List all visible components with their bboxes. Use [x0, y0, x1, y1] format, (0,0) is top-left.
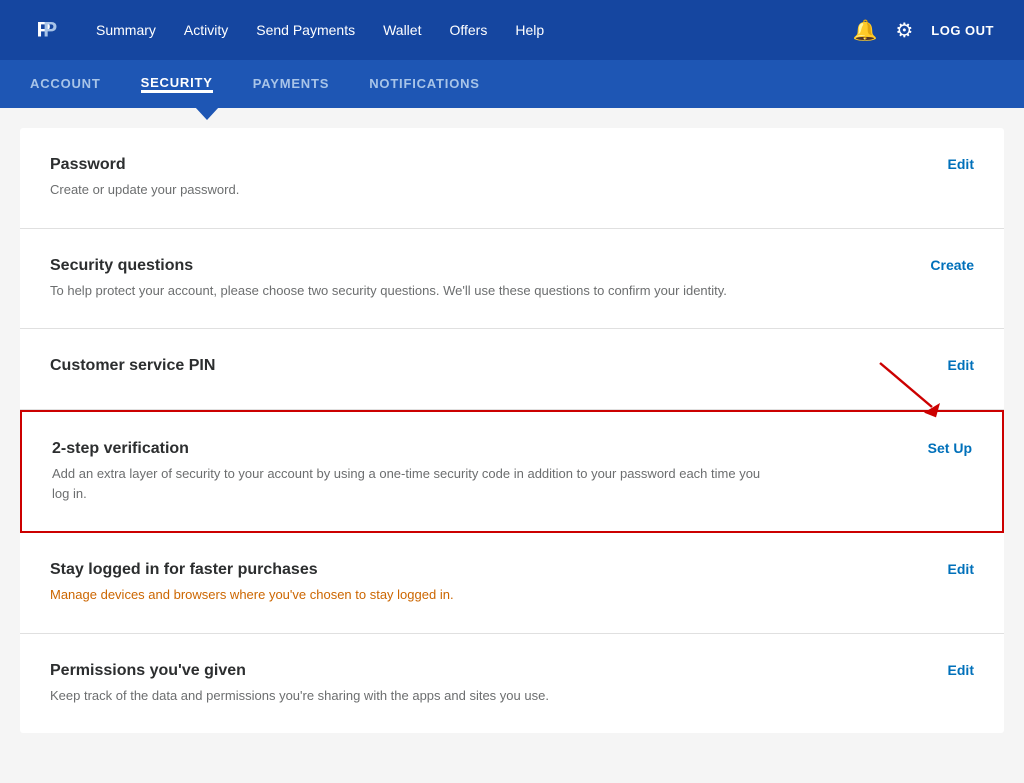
nav-wallet[interactable]: Wallet	[383, 22, 421, 38]
permissions-desc: Keep track of the data and permissions y…	[50, 686, 770, 706]
stay-logged-in-edit-link[interactable]: Edit	[948, 561, 974, 577]
security-questions-section: Security questions To help protect your …	[20, 229, 1004, 330]
top-nav: P P Summary Activity Send Payments Walle…	[0, 0, 1024, 60]
password-edit-link[interactable]: Edit	[948, 156, 974, 172]
password-title: Password	[50, 156, 894, 174]
svg-text:P: P	[43, 19, 57, 42]
tab-notifications[interactable]: NOTIFICATIONS	[369, 76, 480, 93]
nav-summary[interactable]: Summary	[96, 22, 156, 38]
two-step-title: 2-step verification	[52, 440, 892, 458]
tab-payments[interactable]: PAYMENTS	[253, 76, 329, 93]
stay-logged-in-title: Stay logged in for faster purchases	[50, 561, 894, 579]
nav-offers[interactable]: Offers	[449, 22, 487, 38]
permissions-title: Permissions you've given	[50, 662, 894, 680]
two-step-section: 2-step verification Add an extra layer o…	[20, 410, 1004, 533]
stay-logged-in-section: Stay logged in for faster purchases Mana…	[20, 533, 1004, 634]
security-questions-create-link[interactable]: Create	[930, 257, 974, 273]
security-questions-desc: To help protect your account, please cho…	[50, 281, 770, 301]
two-step-action: Set Up	[912, 440, 972, 458]
security-questions-action: Create	[914, 257, 974, 275]
gear-icon[interactable]: ⚙	[895, 18, 913, 43]
customer-pin-section: Customer service PIN Edit	[20, 329, 1004, 410]
stay-logged-in-action: Edit	[914, 561, 974, 579]
nav-send-payments[interactable]: Send Payments	[256, 22, 355, 38]
red-arrow-annotation	[872, 352, 952, 422]
tab-security[interactable]: SECURITY	[141, 75, 213, 93]
nav-help[interactable]: Help	[515, 22, 544, 38]
logout-button[interactable]: LOG OUT	[931, 23, 994, 38]
customer-pin-text: Customer service PIN	[50, 357, 914, 381]
security-questions-title: Security questions	[50, 257, 894, 275]
sub-nav-indicator	[195, 107, 219, 120]
tab-account[interactable]: ACCOUNT	[30, 76, 101, 93]
bell-icon[interactable]: 🔔	[852, 18, 877, 43]
permissions-edit-link[interactable]: Edit	[948, 662, 974, 678]
password-action: Edit	[914, 156, 974, 174]
sub-nav: ACCOUNT SECURITY PAYMENTS NOTIFICATIONS	[0, 60, 1024, 108]
main-content: Password Create or update your password.…	[20, 128, 1004, 733]
permissions-text: Permissions you've given Keep track of t…	[50, 662, 914, 706]
two-step-desc: Add an extra layer of security to your a…	[52, 464, 772, 503]
password-text: Password Create or update your password.	[50, 156, 914, 200]
password-section: Password Create or update your password.…	[20, 128, 1004, 229]
two-step-setup-link[interactable]: Set Up	[928, 440, 972, 456]
permissions-action: Edit	[914, 662, 974, 680]
stay-logged-in-text: Stay logged in for faster purchases Mana…	[50, 561, 914, 605]
security-questions-text: Security questions To help protect your …	[50, 257, 914, 301]
nav-links: Summary Activity Send Payments Wallet Of…	[96, 22, 852, 38]
paypal-logo-icon: P P	[30, 12, 66, 48]
two-step-text: 2-step verification Add an extra layer o…	[52, 440, 912, 503]
customer-pin-title: Customer service PIN	[50, 357, 894, 375]
permissions-section: Permissions you've given Keep track of t…	[20, 634, 1004, 734]
nav-right: 🔔 ⚙ LOG OUT	[852, 18, 994, 43]
stay-logged-in-desc: Manage devices and browsers where you've…	[50, 585, 770, 605]
nav-activity[interactable]: Activity	[184, 22, 228, 38]
password-desc: Create or update your password.	[50, 180, 770, 200]
